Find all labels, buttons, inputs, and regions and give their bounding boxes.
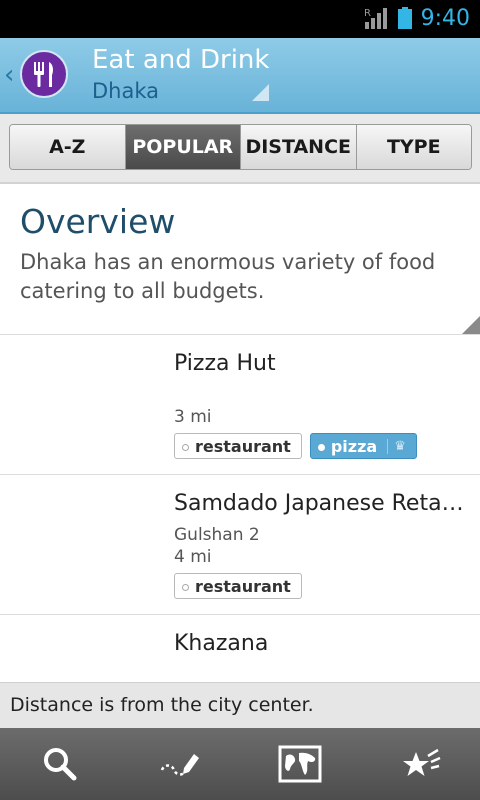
tab-bar-area: A-Z POPULAR DISTANCE TYPE	[0, 114, 480, 184]
overview-heading: Overview	[20, 202, 176, 241]
expand-corner-icon	[462, 316, 480, 334]
edit-route-icon	[160, 754, 199, 776]
tag-restaurant[interactable]: restaurant	[174, 573, 302, 599]
listing-name: Khazana	[174, 631, 269, 656]
tab-distance[interactable]: DISTANCE	[241, 125, 357, 169]
favorites-icon	[403, 748, 441, 776]
list-item[interactable]: Pizza Hut 3 mi restaurant pizza ♛	[0, 335, 480, 475]
map-icon	[278, 745, 322, 783]
back-chevron-icon[interactable]: ‹	[4, 60, 14, 90]
listing-distance: 4 mi	[174, 547, 212, 567]
nav-search[interactable]	[0, 728, 120, 800]
app-bar: ‹ Eat and Drink Dhaka	[0, 38, 480, 114]
nav-map[interactable]	[240, 728, 360, 800]
overview-section[interactable]: Overview Dhaka has an enormous variety o…	[0, 184, 480, 335]
search-icon	[44, 748, 77, 781]
sort-tabs: A-Z POPULAR DISTANCE TYPE	[9, 124, 472, 170]
tag-label: pizza	[330, 436, 378, 456]
tag-restaurant[interactable]: restaurant	[174, 433, 302, 459]
list-item[interactable]: Samdado Japanese Reta… Gulshan 2 4 mi re…	[0, 475, 480, 615]
nav-favorites[interactable]	[360, 728, 480, 800]
distance-note: Distance is from the city center.	[0, 682, 480, 729]
dropdown-indicator-icon[interactable]	[252, 84, 269, 101]
overview-text: Dhaka has an enormous variety of food ca…	[20, 250, 436, 303]
city-selector[interactable]: Dhaka	[92, 79, 159, 103]
signal-icon: R	[364, 8, 387, 29]
tag-list: restaurant	[174, 573, 302, 599]
listing-area: Gulshan 2	[174, 525, 260, 545]
listing-name: Samdado Japanese Reta…	[174, 491, 464, 516]
bottom-nav	[0, 728, 480, 800]
tag-label: restaurant	[195, 576, 291, 596]
tag-hole-icon	[317, 444, 325, 451]
tab-a-z[interactable]: A-Z	[10, 125, 126, 169]
battery-icon	[398, 7, 412, 29]
nav-edit-route[interactable]	[120, 728, 240, 800]
tag-label: restaurant	[195, 436, 291, 456]
crown-icon: ♛	[387, 438, 406, 454]
listing-distance: 3 mi	[174, 407, 212, 427]
svg-text:R: R	[364, 8, 371, 19]
page-title: Eat and Drink	[92, 45, 270, 75]
tag-pizza[interactable]: pizza ♛	[309, 433, 417, 459]
tab-popular[interactable]: POPULAR	[125, 125, 241, 169]
tab-type[interactable]: TYPE	[356, 125, 471, 169]
status-bar: R 9:40	[0, 0, 480, 38]
tag-hole-icon	[182, 444, 189, 451]
fork-knife-icon	[34, 62, 53, 87]
tag-list: restaurant pizza ♛	[174, 433, 417, 459]
app-logo[interactable]	[20, 50, 68, 98]
listing-name: Pizza Hut	[174, 351, 276, 376]
distance-note-text: Distance is from the city center.	[10, 694, 314, 716]
clock: 9:40	[420, 6, 470, 31]
tag-hole-icon	[182, 584, 189, 591]
